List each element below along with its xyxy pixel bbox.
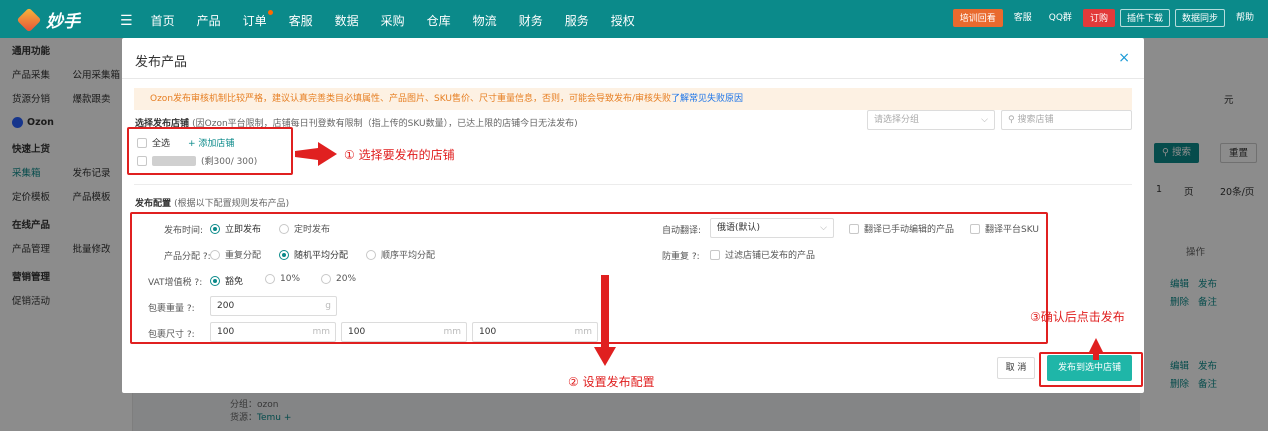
arrow-down-icon xyxy=(594,275,616,366)
arrow-up-icon xyxy=(1089,338,1103,360)
annotation-step1: ① 选择要发布的店铺 xyxy=(344,148,455,162)
arrow-right-icon xyxy=(295,142,337,166)
annotation-step2: ② 设置发布配置 xyxy=(568,375,655,389)
annotation-arrows xyxy=(295,142,1103,366)
annotation-step3: ③确认后点击发布 xyxy=(1030,310,1125,324)
